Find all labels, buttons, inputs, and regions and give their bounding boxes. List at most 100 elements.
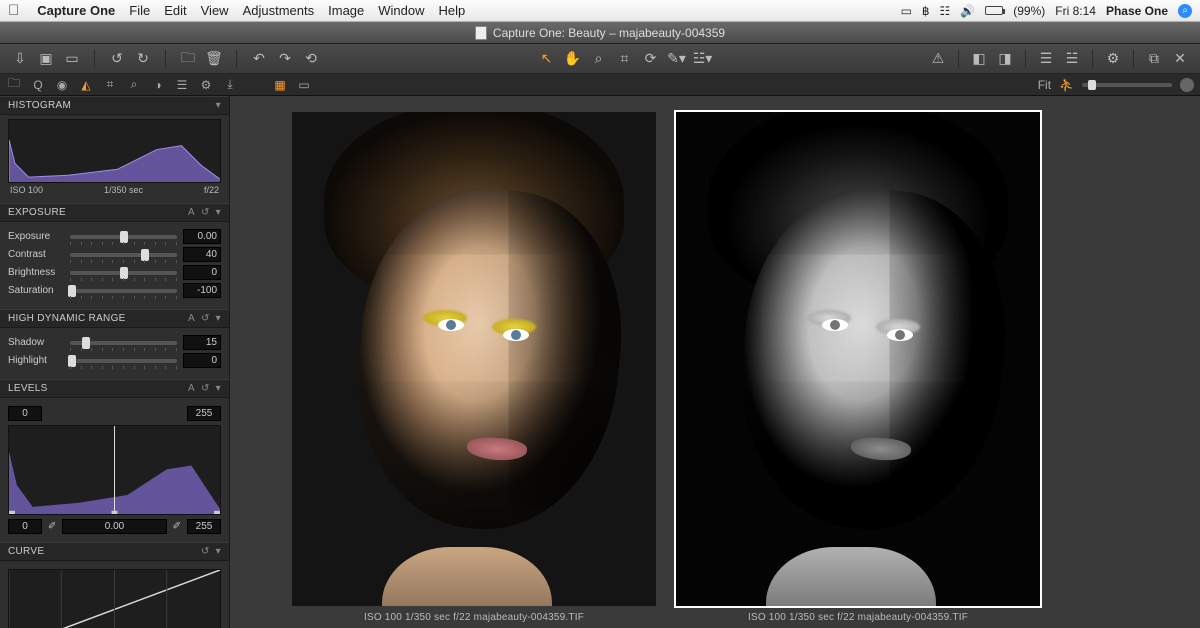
redo-button[interactable]: ↷ (275, 50, 295, 68)
zoom-person-icon[interactable]: ⛹ (1059, 78, 1074, 92)
viewer-image[interactable]: ISO 100 1/350 sec f/22 majabeauty-004359… (290, 110, 658, 628)
apple-menu-icon[interactable]:  (8, 2, 19, 19)
menu-adjustments[interactable]: Adjustments (243, 3, 315, 18)
cursor-tool-button[interactable]: ↖ (537, 50, 557, 68)
output-tab-icon[interactable]: ⤓ (222, 77, 238, 93)
hdr-shadow-value[interactable]: 15 (183, 335, 221, 350)
grid-view-button[interactable]: ☱ (1062, 50, 1082, 68)
levels-panel-header[interactable]: LEVELS A↺▾ (0, 379, 229, 398)
curve-graph[interactable] (8, 569, 221, 628)
menu-image[interactable]: Image (328, 3, 364, 18)
batch-button[interactable]: ◨ (995, 50, 1015, 68)
adjust-tab-icon[interactable]: ⚙ (198, 77, 214, 93)
viewer-image[interactable]: ISO 100 1/350 sec f/22 majabeauty-004359… (674, 110, 1042, 628)
zoom-fit-label[interactable]: Fit (1038, 78, 1051, 92)
black-eyedropper-icon[interactable]: ✐ (48, 521, 56, 532)
image-viewer[interactable]: ISO 100 1/350 sec f/22 majabeauty-004359… (230, 96, 1200, 628)
hdr-highlight-value[interactable]: 0 (183, 353, 221, 368)
live-button[interactable]: ▭ (62, 50, 82, 68)
user-avatar-icon[interactable] (1180, 78, 1194, 92)
search-tab-icon[interactable]: ⌕ (126, 77, 142, 93)
reset-button[interactable]: ⟲ (301, 50, 321, 68)
panel-menu-icon[interactable]: ▾ (216, 207, 221, 218)
reset-icon[interactable]: ↺ (201, 207, 210, 218)
levels-graph[interactable] (8, 425, 221, 515)
app-menu[interactable]: Capture One (37, 3, 115, 18)
layout-button[interactable]: ⧉ (1144, 50, 1164, 68)
exposure-exposure-value[interactable]: 0.00 (183, 229, 221, 244)
levels-input-white[interactable]: 255 (187, 406, 221, 421)
crop-tool-button[interactable]: ⌗ (615, 50, 635, 68)
photo-preview[interactable] (676, 112, 1040, 606)
display-icon[interactable]: ▭ (901, 4, 912, 18)
menu-window[interactable]: Window (378, 3, 424, 18)
exposure-saturation-slider[interactable] (70, 289, 177, 293)
bluetooth-icon[interactable]: ฿ (922, 4, 930, 18)
levels-input-black[interactable]: 0 (8, 406, 42, 421)
reset-icon[interactable]: ↺ (201, 546, 210, 557)
exposure-saturation-value[interactable]: -100 (183, 283, 221, 298)
panel-menu-icon[interactable]: ▾ (216, 546, 221, 557)
import-button[interactable]: ⇩ (10, 50, 30, 68)
exposure-contrast-value[interactable]: 40 (183, 247, 221, 262)
auto-icon[interactable]: A (188, 313, 195, 324)
menu-help[interactable]: Help (439, 3, 466, 18)
undo-button[interactable]: ↶ (249, 50, 269, 68)
auto-icon[interactable]: A (188, 383, 195, 394)
exposure-brightness-slider[interactable] (70, 271, 177, 275)
reset-icon[interactable]: ↺ (201, 313, 210, 324)
details-tab-icon[interactable]: ◑ (150, 77, 166, 93)
grid-mode-icon[interactable]: ▦ (272, 77, 288, 93)
pan-tool-button[interactable]: ✋ (563, 50, 583, 68)
auto-icon[interactable]: A (188, 207, 195, 218)
reset-icon[interactable]: ↺ (201, 383, 210, 394)
rotate-ccw-button[interactable]: ↺ (107, 50, 127, 68)
levels-output-black[interactable]: 0 (8, 519, 42, 534)
menu-file[interactable]: File (129, 3, 150, 18)
battery-icon[interactable] (985, 6, 1003, 15)
process-button[interactable]: ◧ (969, 50, 989, 68)
volume-icon[interactable]: 🔊 (960, 4, 975, 18)
adjust-tool-button[interactable]: ☳▾ (693, 50, 713, 68)
panel-menu-icon[interactable]: ▾ (216, 313, 221, 324)
wifi-icon[interactable]: ☷ (940, 4, 951, 18)
exposure-panel-header[interactable]: EXPOSURE A↺▾ (0, 203, 229, 222)
trash-button[interactable]: 🗑 (204, 50, 224, 68)
hdr-highlight-slider[interactable] (70, 359, 177, 363)
photo-preview[interactable] (292, 112, 656, 606)
metadata-tab-icon[interactable]: ☰ (174, 77, 190, 93)
exposure-brightness-value[interactable]: 0 (183, 265, 221, 280)
menu-view[interactable]: View (201, 3, 229, 18)
histogram-panel-header[interactable]: HISTOGRAM ▾ (0, 96, 229, 115)
settings-button[interactable]: ⚙ (1103, 50, 1123, 68)
library-tab-icon[interactable]: 🗀 (6, 77, 22, 93)
warning-icon[interactable]: ⚠ (928, 50, 948, 68)
levels-output-white[interactable]: 255 (187, 519, 221, 534)
exposure-tab-icon[interactable]: ◭ (78, 77, 94, 93)
white-eyedropper-icon[interactable]: ✐ (173, 521, 181, 532)
curve-panel-header[interactable]: CURVE ↺▾ (0, 542, 229, 561)
tools-button[interactable]: ✕ (1170, 50, 1190, 68)
hdr-shadow-slider[interactable] (70, 341, 177, 345)
hdr-panel-header[interactable]: HIGH DYNAMIC RANGE A↺▾ (0, 309, 229, 328)
panel-menu-icon[interactable]: ▾ (216, 100, 221, 111)
capture-button[interactable]: ▣ (36, 50, 56, 68)
levels-gamma[interactable]: 0.00 (62, 519, 166, 534)
exposure-exposure-slider[interactable] (70, 235, 177, 239)
quick-tab-icon[interactable]: Q (30, 77, 46, 93)
spot-tool-button[interactable]: ✎▾ (667, 50, 687, 68)
color-tab-icon[interactable]: ◉ (54, 77, 70, 93)
list-view-button[interactable]: ☰ (1036, 50, 1056, 68)
zoom-slider[interactable] (1082, 83, 1172, 87)
zoom-tool-button[interactable]: ⌕ (589, 50, 609, 68)
straighten-tool-button[interactable]: ⟳ (641, 50, 661, 68)
clock[interactable]: Fri 8:14 (1055, 4, 1096, 18)
rotate-cw-button[interactable]: ↻ (133, 50, 153, 68)
spotlight-icon[interactable]: ⌕ (1178, 4, 1192, 18)
panel-menu-icon[interactable]: ▾ (216, 383, 221, 394)
menu-edit[interactable]: Edit (164, 3, 186, 18)
lens-tab-icon[interactable]: ⌗ (102, 77, 118, 93)
exposure-contrast-slider[interactable] (70, 253, 177, 257)
single-mode-icon[interactable]: ▭ (296, 77, 312, 93)
folder-button[interactable]: 🗀 (178, 50, 198, 68)
